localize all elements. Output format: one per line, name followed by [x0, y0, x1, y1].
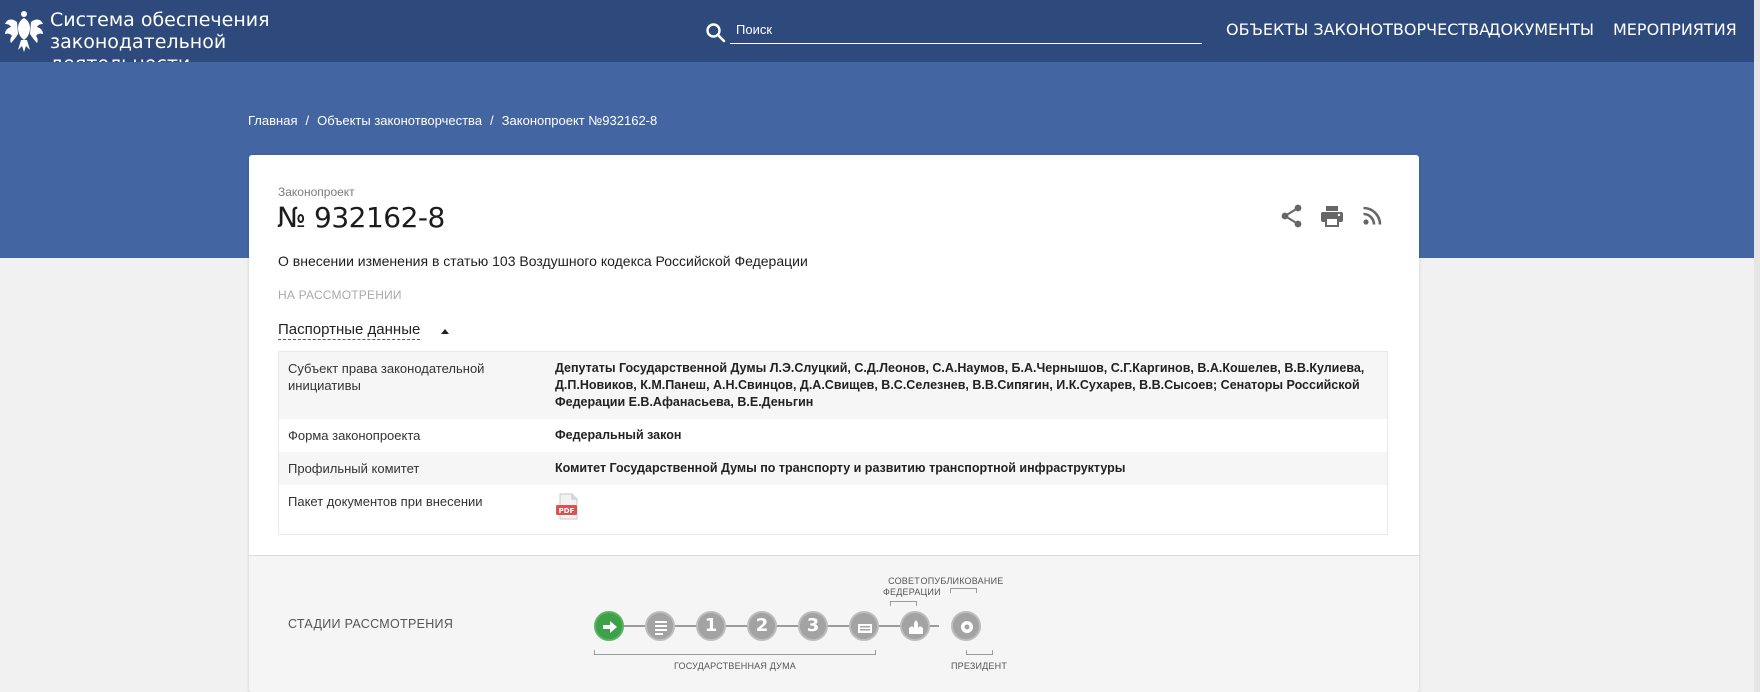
nav-objects[interactable]: ОБЪЕКТЫ ЗАКОНОТВОРЧЕСТВА: [1226, 20, 1490, 39]
nav-events[interactable]: МЕРОПРИЯТИЯ: [1613, 20, 1737, 39]
site-title-line1: Система обеспечения: [50, 9, 270, 31]
passport-key: Профильный комитет: [288, 461, 420, 476]
page-scrollbar[interactable]: [1754, 0, 1760, 692]
svg-text:PDF: PDF: [559, 507, 575, 515]
passport-value: Федеральный закон: [555, 428, 682, 442]
breadcrumb-home[interactable]: Главная: [248, 113, 297, 128]
eagle-emblem-icon[interactable]: [2, 6, 46, 54]
caption-duma: ГОСУДАРСТВЕННАЯ ДУМА: [673, 661, 796, 671]
passport-table: Субъект права законодательной инициативы…: [278, 351, 1388, 535]
stage-number: 1: [704, 615, 718, 636]
print-icon[interactable]: [1319, 203, 1345, 229]
table-row: Форма законопроекта Федеральный закон: [279, 419, 1387, 452]
caption-council: СОВЕТ ФЕДЕРАЦИИ: [883, 576, 941, 598]
share-icon[interactable]: [1279, 203, 1305, 229]
search-box: [704, 14, 1202, 46]
breadcrumb-separator: /: [490, 113, 494, 128]
status-badge: НА РАССМОТРЕНИИ: [278, 288, 402, 302]
breadcrumb-separator: /: [305, 113, 310, 128]
top-bar: Система обеспечения законодательной деят…: [0, 0, 1760, 75]
passport-value: PDF: [555, 485, 1387, 534]
passport-value: Депутаты Государственной Думы Л.Э.Слуцки…: [555, 361, 1365, 409]
stages-panel: СТАДИИ РАССМОТРЕНИЯ СОВЕТ ФЕДЕРАЦИИ ОПУБ…: [249, 555, 1419, 692]
stage-number: 2: [755, 615, 769, 636]
kremlin-icon: [909, 620, 923, 634]
caption-council-line2: ФЕДЕРАЦИИ: [883, 587, 941, 597]
arrow-right-icon: [603, 621, 617, 633]
breadcrumb-objects[interactable]: Объекты законотворчества: [317, 113, 482, 128]
table-row: Субъект права законодательной инициативы…: [279, 352, 1387, 419]
council-bracket: [890, 601, 917, 606]
stage-federation-council[interactable]: [849, 611, 879, 641]
passport-toggle[interactable]: Паспортные данные: [278, 321, 421, 340]
list-icon: [655, 621, 667, 635]
stage-reading-1[interactable]: 1: [696, 611, 726, 641]
caption-president: ПРЕЗИДЕНТ: [950, 661, 1008, 671]
nav-documents[interactable]: ДОКУМЕНТЫ: [1488, 20, 1594, 39]
breadcrumb-current: Законопроект №932162-8: [501, 113, 658, 128]
passport-key: Субъект права законодательной инициативы: [288, 361, 485, 393]
stage-reading-2[interactable]: 2: [747, 611, 777, 641]
publication-bracket: [950, 588, 977, 593]
stage-president[interactable]: [900, 611, 930, 641]
doc-type-label: Законопроект: [278, 185, 355, 199]
search-input[interactable]: [730, 16, 1202, 44]
passport-key: Пакет документов при внесении: [288, 494, 483, 509]
president-bracket: [966, 650, 993, 655]
stage-number: 3: [806, 615, 820, 636]
bill-title: О внесении изменения в статью 103 Воздуш…: [278, 253, 808, 269]
stages-label: СТАДИИ РАССМОТРЕНИЯ: [288, 617, 454, 631]
caption-publication: ОПУБЛИКОВАНИЕ: [920, 576, 1004, 586]
passport-value: Комитет Государственной Думы по транспор…: [555, 461, 1126, 475]
breadcrumb: Главная / Объекты законотворчества / Законоп…: [248, 113, 657, 128]
table-row: Пакет документов при внесении PDF: [279, 485, 1387, 534]
council-building-icon: [858, 624, 872, 633]
emblem-icon: [961, 621, 973, 633]
caption-council-line1: СОВЕТ: [888, 576, 920, 586]
rss-icon[interactable]: [1359, 203, 1385, 229]
passport-key: Форма законопроекта: [288, 428, 421, 443]
caret-up-icon[interactable]: [441, 329, 449, 334]
search-icon[interactable]: [704, 21, 728, 45]
bill-number: № 932162-8: [277, 201, 445, 234]
stage-preliminary[interactable]: [645, 611, 675, 641]
card-actions: [1279, 203, 1399, 231]
bill-card: Законопроект № 932162-8 О внесении измен…: [249, 155, 1419, 692]
table-row: Профильный комитет Комитет Государственн…: [279, 452, 1387, 485]
duma-bracket: [594, 650, 876, 655]
pdf-icon[interactable]: PDF: [555, 493, 581, 521]
stage-introduction[interactable]: [594, 611, 624, 641]
stage-publication[interactable]: [951, 611, 981, 641]
stage-reading-3[interactable]: 3: [798, 611, 828, 641]
